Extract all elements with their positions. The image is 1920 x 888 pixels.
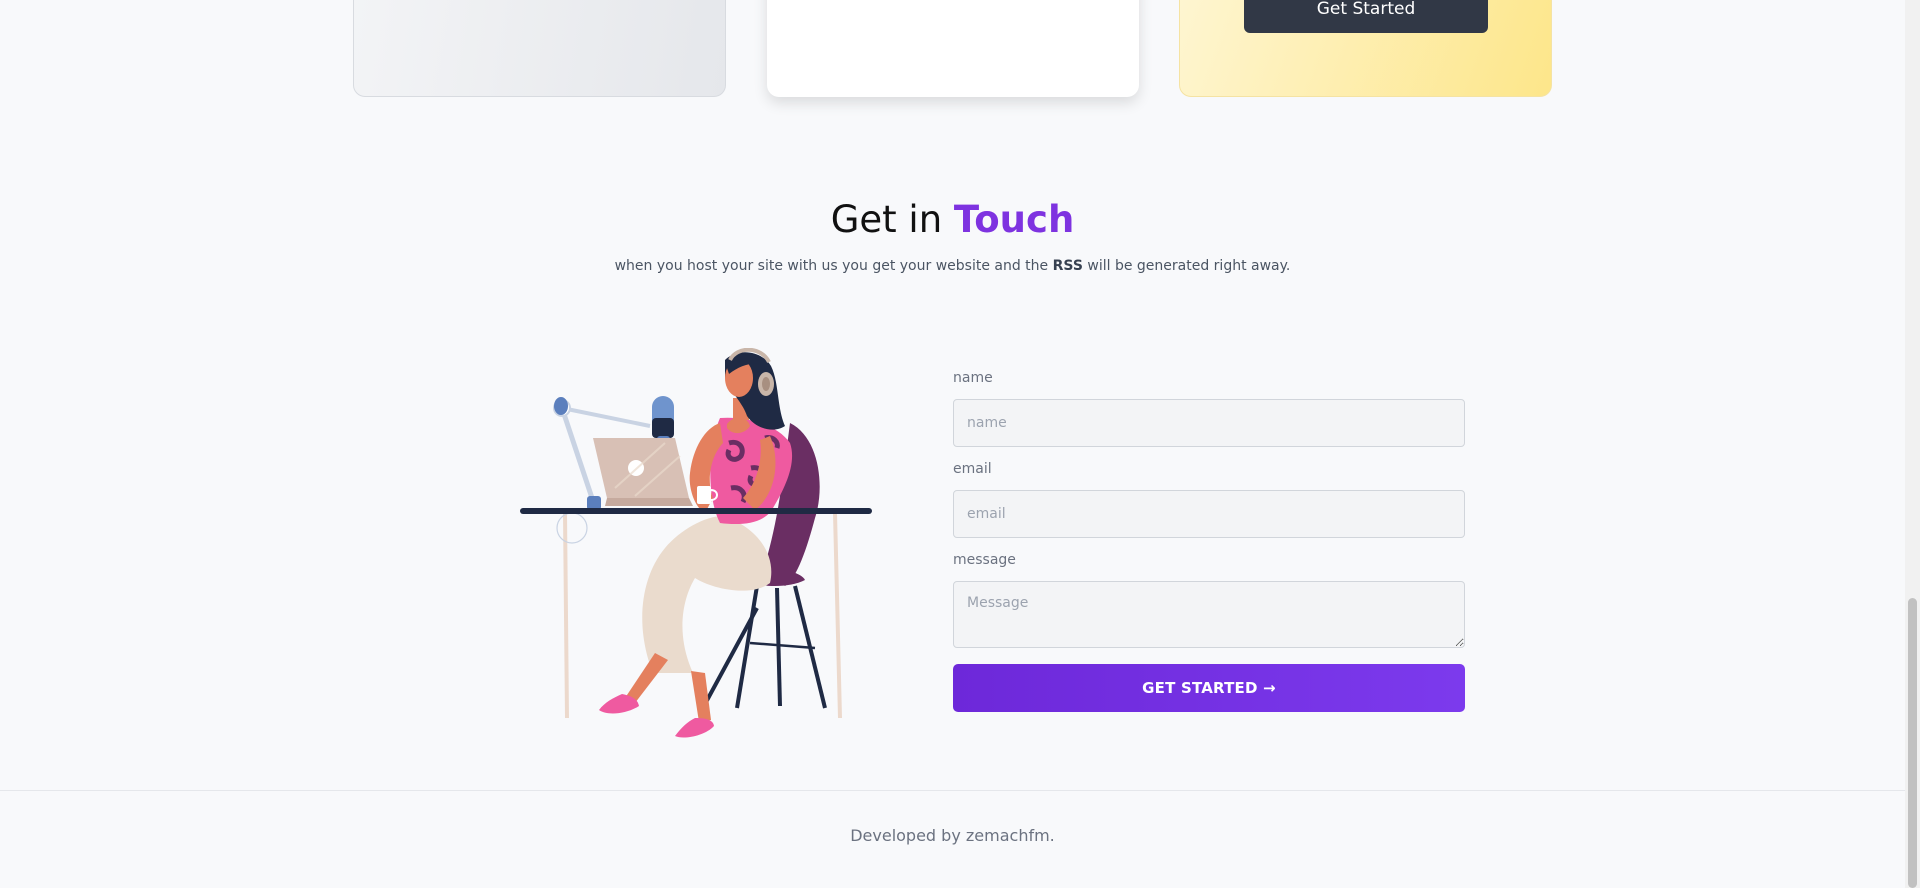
message-label: message xyxy=(953,552,1016,568)
subtitle-rss: RSS xyxy=(1052,258,1083,274)
woman-podcasting-illustration xyxy=(520,348,872,738)
footer-divider xyxy=(0,790,1905,791)
pricing-card-standard xyxy=(767,0,1139,97)
section-subtitle: when you host your site with us you get … xyxy=(0,258,1905,274)
title-prefix: Get in xyxy=(830,198,954,241)
pricing-get-started-button[interactable]: Get Started xyxy=(1244,0,1488,33)
subtitle-end: will be generated right away. xyxy=(1082,258,1291,274)
section-title: Get in Touch xyxy=(0,198,1905,241)
title-accent: Touch xyxy=(953,198,1075,241)
name-input[interactable] xyxy=(953,399,1465,447)
page: Get Started Get in Touch when you host y… xyxy=(0,0,1920,888)
name-label: name xyxy=(953,370,993,386)
subtitle-start: when you host your site with us you get … xyxy=(614,258,1053,274)
contact-form: name email message GET STARTED → xyxy=(953,370,1465,712)
scrollbar-thumb[interactable] xyxy=(1908,598,1917,888)
email-input[interactable] xyxy=(953,490,1465,538)
pricing-card-basic xyxy=(353,0,726,97)
footer-credit: Developed by zemachfm. xyxy=(850,826,1055,845)
page-scrollbar[interactable] xyxy=(1905,0,1920,888)
contact-submit-button[interactable]: GET STARTED → xyxy=(953,664,1465,712)
message-textarea[interactable] xyxy=(953,581,1465,648)
email-label: email xyxy=(953,461,992,477)
